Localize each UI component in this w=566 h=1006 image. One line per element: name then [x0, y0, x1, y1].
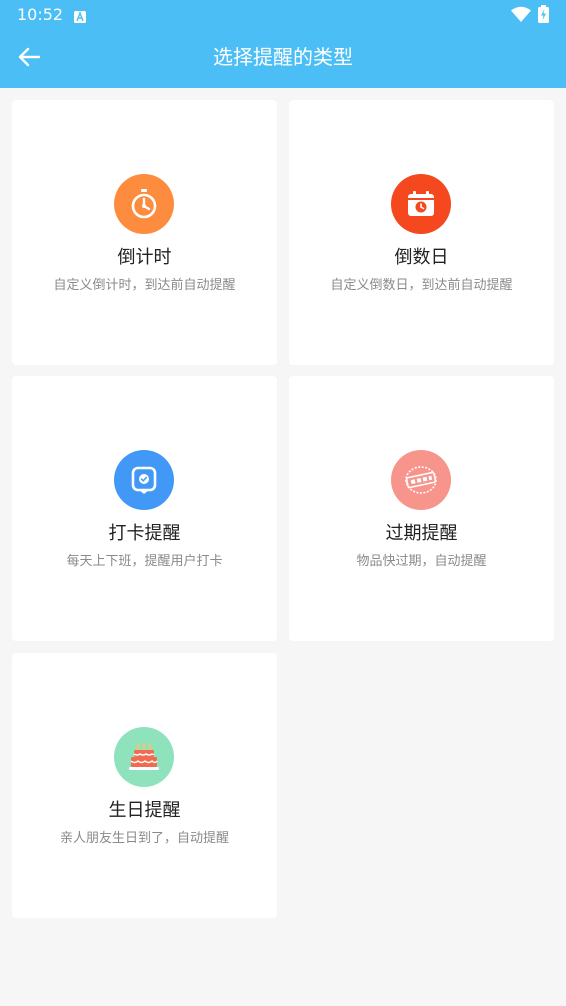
card-title: 生日提醒 [108, 800, 181, 821]
app-bar: 10:52 选择提醒的类型 [0, 0, 566, 88]
wifi-icon [511, 6, 531, 22]
card-description: 物品快过期，自动提醒 [356, 554, 487, 569]
card-description: 亲人朋友生日到了，自动提醒 [59, 831, 229, 846]
card-title: 打卡提醒 [108, 523, 181, 544]
status-time: 10:52 [17, 5, 64, 24]
calendar-clock-icon [391, 174, 451, 234]
birthday-cake-icon [114, 727, 174, 787]
card-birthday[interactable]: 生日提醒 亲人朋友生日到了，自动提醒 [12, 653, 277, 918]
notification-app-icon [74, 8, 86, 23]
checkin-badge-icon [114, 450, 174, 510]
card-description: 自定义倒数日，到达前自动提醒 [330, 278, 513, 293]
page-title: 选择提醒的类型 [213, 45, 353, 69]
card-description: 自定义倒计时，到达前自动提醒 [53, 278, 236, 293]
card-checkin[interactable]: 打卡提醒 每天上下班，提醒用户打卡 [12, 376, 277, 641]
card-title: 倒计时 [117, 247, 172, 268]
card-description: 每天上下班，提醒用户打卡 [66, 554, 223, 569]
card-title: 过期提醒 [385, 523, 458, 544]
card-title: 倒数日 [394, 247, 449, 268]
stopwatch-icon [114, 174, 174, 234]
card-expiry[interactable]: 过期提醒 物品快过期，自动提醒 [289, 376, 554, 641]
status-bar: 10:52 [0, 0, 566, 30]
card-countday[interactable]: 倒数日 自定义倒数日，到达前自动提醒 [289, 100, 554, 365]
expiry-stamp-icon [391, 450, 451, 510]
battery-charging-icon [538, 5, 549, 23]
card-countdown[interactable]: 倒计时 自定义倒计时，到达前自动提醒 [12, 100, 277, 365]
